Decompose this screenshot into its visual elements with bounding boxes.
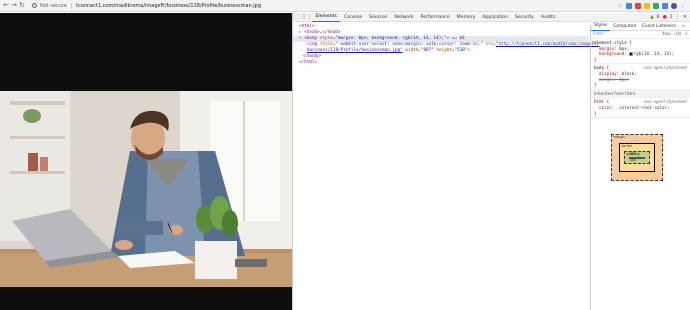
divider [309,14,310,20]
dom-line[interactable]: </html> [293,60,589,66]
warning-icon[interactable]: ▲ [650,15,654,20]
box-model-diagram: margin – – border padding 807 × 306 [611,134,663,181]
tab-elements[interactable]: Elements [312,13,341,22]
tab-security[interactable]: Security [512,13,538,22]
security-indicator[interactable]: i Not secure [32,3,67,9]
add-rule-button[interactable]: + [684,32,688,38]
styles-pane: Styles Computed Event Listeners » Filter… [590,23,690,310]
extension-icon[interactable] [653,2,659,9]
ua-stylesheet-label: user agent stylesheet [643,99,687,105]
url-field[interactable]: tconnect1.com/madikroma/imageFr/business… [76,3,261,9]
style-rule-html: user agent stylesheet html { color: -int… [591,98,690,119]
error-count[interactable]: 1 [670,15,673,20]
browser-toolbar: ← → ↻ i Not secure tconnect1.com/madikro… [0,0,690,12]
styles-filter-input[interactable]: Filter [593,32,661,38]
ua-stylesheet-label: user agent stylesheet [643,65,687,71]
tab-network[interactable]: Network [391,13,417,22]
tab-audits[interactable]: Audits [537,13,558,22]
style-property[interactable]: background: rgb(14, 14, 14); [594,51,687,57]
toolbar-icons: ☆ ⋮ [617,2,690,9]
kebab-menu-icon[interactable]: ⋮ [676,15,681,20]
tab-more[interactable]: » [679,23,688,31]
tab-console[interactable]: Console [340,13,365,22]
error-icon[interactable]: ● [663,15,667,20]
styles-filter-row: Filter :hov .cls + [591,31,690,39]
info-icon: i [32,3,37,8]
extension-icon[interactable] [662,2,668,9]
box-model-margin[interactable]: margin – – border padding 807 × 306 [611,134,663,181]
style-rule-body: user agent stylesheet body { display: bl… [591,64,690,90]
styles-tabbar: Styles Computed Event Listeners » [591,23,690,31]
extension-icon[interactable] [644,2,650,9]
devtools-panel: ⬚ ▯ Elements Console Sources Network Per… [292,13,690,310]
expand-arrow-icon[interactable]: ▸ [299,30,302,35]
devtools-status: ▲ 6 ● 1 ⋮ ✕ [650,15,690,20]
color-swatch-icon[interactable] [629,52,633,56]
inherited-header: Inherited from html [591,89,690,99]
filter-options: :hov .cls + [661,32,688,38]
extension-icon[interactable] [626,2,632,9]
image-src-link[interactable]: "http://tconnect1.com/madikroma/imageFr/ [496,42,599,47]
tab-memory[interactable]: Memory [453,13,479,22]
security-label: Not secure [40,2,67,9]
bookmark-star-icon[interactable]: ☆ [617,3,623,9]
device-toolbar-icon[interactable]: ▯ [300,13,307,22]
forward-icon[interactable]: → [10,0,18,12]
photo-illustration [0,91,292,287]
page-viewport [0,13,292,310]
tab-performance[interactable]: Performance [417,13,453,22]
hover-state-toggle[interactable]: :hov [661,32,671,38]
collapse-arrow-icon[interactable]: ▾ [299,36,302,41]
box-model-padding[interactable]: padding 807 × 306 [624,151,650,164]
tab-sources[interactable]: Sources [366,13,391,22]
businessman-image[interactable] [0,91,292,287]
inspect-element-icon[interactable]: ⬚ [293,13,300,22]
profile-avatar-icon[interactable] [671,2,677,9]
extension-icon[interactable] [635,2,641,9]
reload-icon[interactable]: ↻ [18,0,26,12]
box-model-border[interactable]: border padding 807 × 306 [619,143,655,172]
tab-computed[interactable]: Computed [610,23,639,31]
back-icon[interactable]: ← [2,0,10,12]
image-src-link[interactable]: business/118/Profile/businessman.jpg" [307,48,403,53]
tab-event-listeners[interactable]: Event Listeners [639,23,679,31]
divider [70,2,72,9]
tab-application[interactable]: Application [479,13,512,22]
tab-styles[interactable]: Styles [591,23,611,31]
kebab-menu-icon[interactable]: ⋮ [680,3,686,9]
class-toggle[interactable]: .cls [674,32,681,38]
box-model-content[interactable]: 807 × 306 [629,152,645,162]
close-icon[interactable]: ✕ [683,15,687,20]
warning-count[interactable]: 6 [657,15,660,20]
devtools-tabbar: ⬚ ▯ Elements Console Sources Network Per… [293,13,690,22]
style-rule-element: element.style { margin: 0px; background:… [591,39,690,65]
dom-tree: <html> ▸ <head>…</head> ▾ <body style="m… [293,23,599,310]
